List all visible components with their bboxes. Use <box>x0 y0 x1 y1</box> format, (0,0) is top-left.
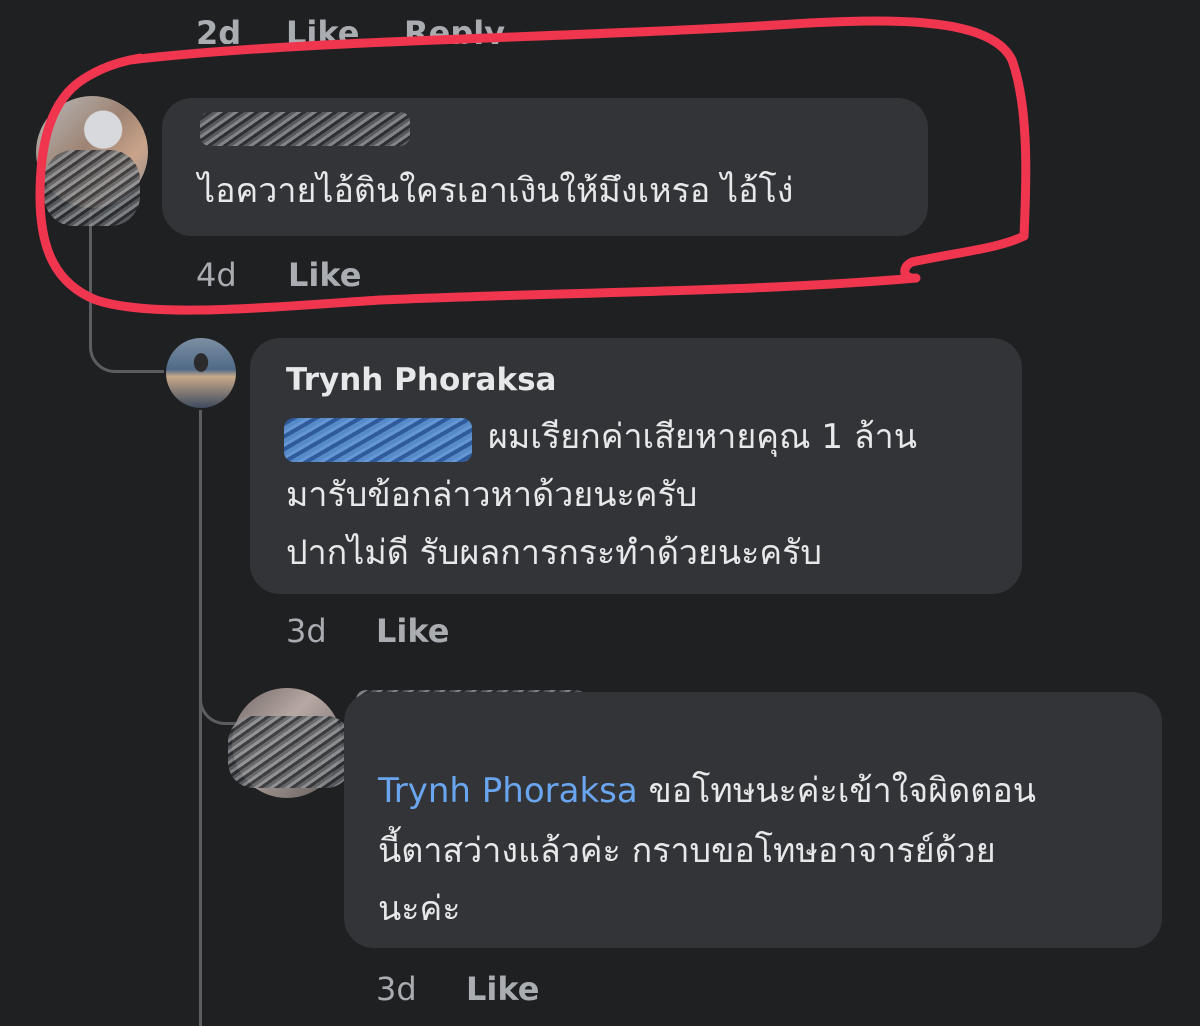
timestamp: 3d <box>376 970 417 1008</box>
comment-bubble: Trynh Phoraksa ผมเรียกค่าเสียหายคุณ 1 ล้… <box>250 338 1022 594</box>
thread-branch <box>199 650 236 725</box>
comment-text: ปากไม่ดี รับผลการกระทำด้วยนะครับ <box>286 533 822 573</box>
previous-comment-meta: 2d Like Reply <box>0 0 1200 44</box>
comment-author[interactable]: Trynh Phoraksa <box>286 362 556 398</box>
comment-text: นี้ตาสว่างแล้วค่ะ กราบขอโทษอาจารย์ด้วย <box>378 831 996 871</box>
redacted-mention <box>284 418 472 462</box>
comment-text: นะค่ะ <box>378 889 461 929</box>
like-button[interactable]: Like <box>376 612 449 650</box>
comment-bubble: ไอควายไอ้ตินใครเอาเงินให้มึงเหรอ ไอ้โง่ <box>162 98 928 236</box>
timestamp: 2d <box>196 14 242 44</box>
like-button[interactable]: Like <box>286 14 359 44</box>
redacted-avatar-scribble <box>228 716 352 788</box>
redacted-author-name <box>200 112 410 146</box>
comment-bubble: Trynh Phoraksa ขอโทษนะค่ะเข้าใจผิดตอน นี… <box>344 692 1162 948</box>
comment-text: ผมเรียกค่าเสียหายคุณ 1 ล้าน <box>488 417 917 457</box>
like-button[interactable]: Like <box>466 970 539 1008</box>
timestamp: 3d <box>286 612 327 650</box>
comment-text: Trynh Phoraksa ขอโทษนะค่ะเข้าใจผิดตอน <box>378 771 1036 811</box>
thread-line <box>199 410 202 1026</box>
comment-text: มารับข้อกล่าวหาด้วยนะครับ <box>286 475 698 515</box>
comment-text: ไอควายไอ้ตินใครเอาเงินให้มึงเหรอ ไอ้โง่ <box>198 171 794 211</box>
avatar[interactable] <box>166 338 236 408</box>
thread-branch <box>89 288 164 373</box>
timestamp: 4d <box>196 256 237 294</box>
mention-link[interactable]: Trynh Phoraksa <box>378 771 638 811</box>
reply-button[interactable]: Reply <box>404 14 505 44</box>
like-button[interactable]: Like <box>288 256 361 294</box>
redacted-avatar-scribble <box>44 150 140 226</box>
